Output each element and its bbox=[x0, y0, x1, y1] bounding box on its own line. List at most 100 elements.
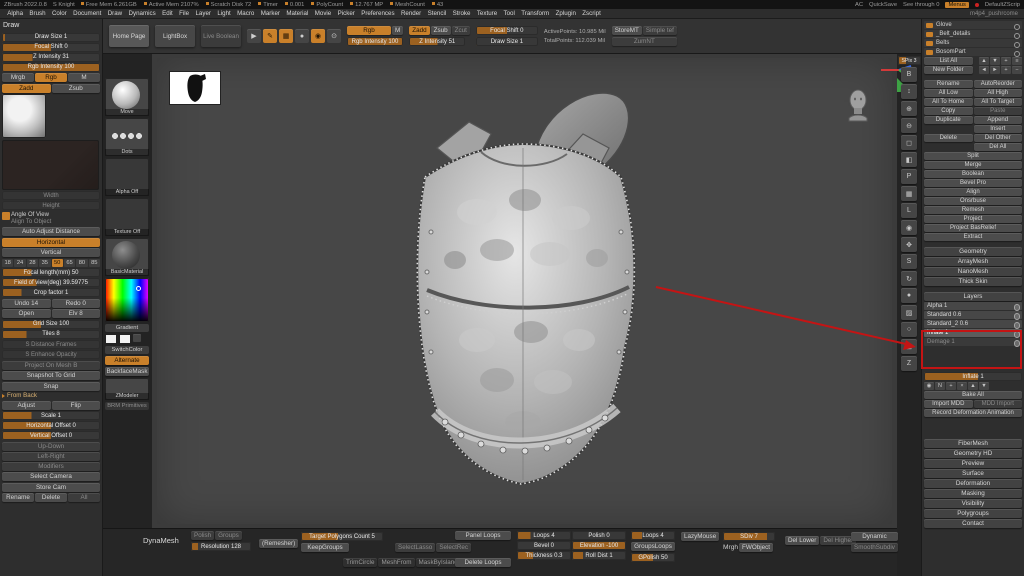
alt-color-swatch[interactable] bbox=[119, 334, 131, 344]
draw-pen-icon[interactable]: ✎ bbox=[263, 29, 277, 43]
palette-section[interactable]: Contact bbox=[924, 519, 1022, 528]
primitives-button[interactable]: BRM Primitives bbox=[105, 402, 149, 410]
menu-item[interactable]: Tool bbox=[500, 10, 518, 17]
subtool-button[interactable]: All Low bbox=[924, 89, 973, 97]
palette-section[interactable]: NanoMesh bbox=[924, 267, 1022, 276]
tool-section-button[interactable]: Project bbox=[924, 215, 1022, 223]
menu-item[interactable]: Brush bbox=[26, 10, 49, 17]
focal-preset[interactable]: 35 bbox=[39, 259, 50, 267]
loops-slider[interactable]: Loops 4 bbox=[631, 531, 675, 540]
texture-thumbnail[interactable]: Texture Off bbox=[105, 198, 149, 236]
loop-slider[interactable]: Loops 4 bbox=[517, 531, 571, 540]
menu-item[interactable]: Preferences bbox=[358, 10, 398, 17]
quicksave-button[interactable]: QuickSave bbox=[869, 2, 897, 8]
offset-slider[interactable]: Scale 1 bbox=[2, 411, 100, 420]
polyframe-icon[interactable]: ⊞ bbox=[901, 339, 917, 354]
axis-button[interactable]: Up-Down bbox=[2, 442, 100, 451]
add-icon[interactable]: + bbox=[1001, 57, 1011, 65]
menu-item[interactable]: Color bbox=[49, 10, 70, 17]
menu-item[interactable]: Edit bbox=[159, 10, 176, 17]
texture-preview-swatch[interactable] bbox=[2, 140, 99, 190]
delete-layer-icon[interactable]: × bbox=[957, 382, 967, 390]
subtool-button[interactable]: Copy bbox=[924, 107, 973, 115]
brush-thumbnail[interactable]: Move bbox=[105, 78, 149, 116]
auto-adjust-distance-button[interactable]: Auto Adjust Distance bbox=[2, 227, 100, 236]
grid-slider[interactable]: Tiles 8 bbox=[2, 330, 100, 339]
storemt-button[interactable]: StoreMT bbox=[612, 26, 642, 35]
mdd-import-button[interactable]: MDD Import bbox=[974, 400, 1023, 408]
polish-toggle[interactable]: Polish bbox=[191, 531, 214, 540]
bake-all-button[interactable]: Bake All bbox=[924, 391, 1022, 399]
paint-grid-icon[interactable]: ▦ bbox=[279, 29, 293, 43]
zoom-in-icon[interactable]: ⊕ bbox=[901, 101, 917, 116]
focal-preset[interactable]: 65 bbox=[64, 259, 75, 267]
prev-icon[interactable]: ◄ bbox=[979, 66, 989, 74]
home-page-button[interactable]: Home Page bbox=[109, 25, 149, 47]
color-mode-button[interactable]: Rgb bbox=[35, 73, 67, 82]
material-thumbnail[interactable]: BasicMaterial bbox=[105, 238, 149, 276]
zmodeler-thumbnail[interactable]: ZModeler bbox=[105, 378, 149, 400]
camera-action-button[interactable]: Rename bbox=[2, 493, 34, 502]
rgb-intensity-slider[interactable]: Rgb Intensity 100 bbox=[347, 37, 403, 46]
spix-slider[interactable]: SPix 3 bbox=[898, 56, 921, 65]
subtool-folder[interactable]: BosomPart bbox=[924, 48, 1022, 56]
zadd-button[interactable]: Zadd bbox=[409, 26, 429, 35]
project-on-mesh-button[interactable]: Project On Mesh B bbox=[2, 361, 100, 370]
adjust-button[interactable]: Flip bbox=[52, 401, 101, 410]
focal-preset[interactable]: 18 bbox=[2, 259, 13, 267]
tray-dim-slider[interactable]: Height bbox=[2, 201, 100, 210]
bpr-render-icon[interactable]: B bbox=[901, 67, 917, 82]
import-mdd-button[interactable]: Import MDD bbox=[924, 400, 973, 408]
dynamesh-label[interactable]: DynaMesh bbox=[143, 536, 179, 545]
layer-row[interactable]: Standard_2 0.6 bbox=[924, 320, 1022, 328]
menu-item[interactable]: Picker bbox=[334, 10, 358, 17]
persp-icon[interactable]: P bbox=[901, 169, 917, 184]
subtool-button[interactable]: Rename bbox=[924, 80, 973, 88]
transparency-icon[interactable]: ▨ bbox=[901, 305, 917, 320]
grid-dim-slider[interactable]: S Distance Frames bbox=[2, 340, 100, 349]
move-view-icon[interactable]: ✥ bbox=[901, 237, 917, 252]
zumnt-button[interactable]: ZumNT bbox=[612, 37, 677, 46]
sdiv-slider[interactable]: SDiv 7 bbox=[723, 532, 775, 541]
expand-icon[interactable]: + bbox=[1001, 66, 1011, 74]
camera-action-button[interactable]: All bbox=[68, 493, 100, 502]
grid-dim-slider[interactable]: S Enhance Opacity bbox=[2, 350, 100, 359]
menu-item[interactable]: Draw bbox=[105, 10, 126, 17]
alpha-thumbnail[interactable]: Alpha Off bbox=[105, 158, 149, 196]
armor-model[interactable] bbox=[385, 82, 655, 497]
subtool-folder[interactable]: _Belt_details bbox=[924, 30, 1022, 38]
layer-row[interactable]: Inflate 1 bbox=[924, 329, 1022, 337]
focal-preset[interactable]: 80 bbox=[76, 259, 87, 267]
subtool-button[interactable]: Del All bbox=[974, 143, 1023, 151]
menu-item[interactable]: Marker bbox=[258, 10, 284, 17]
palette-section[interactable]: Visibility bbox=[924, 499, 1022, 508]
subtool-button[interactable]: AutoReorder bbox=[974, 80, 1023, 88]
record-deformation-button[interactable]: Record Deformation Animation bbox=[924, 409, 1022, 417]
remesher-button[interactable]: (Remesher) bbox=[259, 539, 298, 548]
tool-section-button[interactable]: Boolean bbox=[924, 170, 1022, 178]
store-cam-button[interactable]: Store Cam bbox=[2, 483, 100, 492]
target-polygons-slider[interactable]: Target Polygons Count 5 bbox=[301, 532, 383, 541]
vertical-button[interactable]: Vertical bbox=[2, 248, 100, 257]
camera-action-button[interactable]: Delete bbox=[35, 493, 67, 502]
floor-grid-icon[interactable]: ▦ bbox=[901, 186, 917, 201]
undo-button[interactable]: Undo 14 bbox=[2, 299, 51, 308]
palette-section[interactable]: Polygroups bbox=[924, 509, 1022, 518]
tray-slider[interactable]: Z Intensity 31 bbox=[2, 53, 100, 62]
focal-preset[interactable]: 24 bbox=[14, 259, 25, 267]
tray-slider[interactable]: Focal Shift 0 bbox=[2, 43, 100, 52]
axis-button[interactable]: Left-Right bbox=[2, 452, 100, 461]
snap-button[interactable]: Snap bbox=[2, 382, 100, 391]
menu-item[interactable]: Zscript bbox=[579, 10, 604, 17]
from-back-section-header[interactable]: From Back bbox=[2, 392, 100, 399]
list-all-button[interactable]: List All bbox=[924, 57, 973, 65]
tool-section-button[interactable]: Bevel Pro bbox=[924, 179, 1022, 187]
collapse-icon[interactable]: − bbox=[1012, 66, 1022, 74]
subtool-button[interactable]: Delete bbox=[924, 134, 973, 142]
aa-half-icon[interactable]: ◧ bbox=[901, 152, 917, 167]
focal-preset[interactable]: 85 bbox=[89, 259, 100, 267]
palette-section[interactable]: Geometry HD bbox=[924, 449, 1022, 458]
menu-item[interactable]: Texture bbox=[474, 10, 501, 17]
zsub-button[interactable]: Zsub bbox=[431, 26, 451, 35]
color-picker[interactable] bbox=[105, 278, 149, 322]
